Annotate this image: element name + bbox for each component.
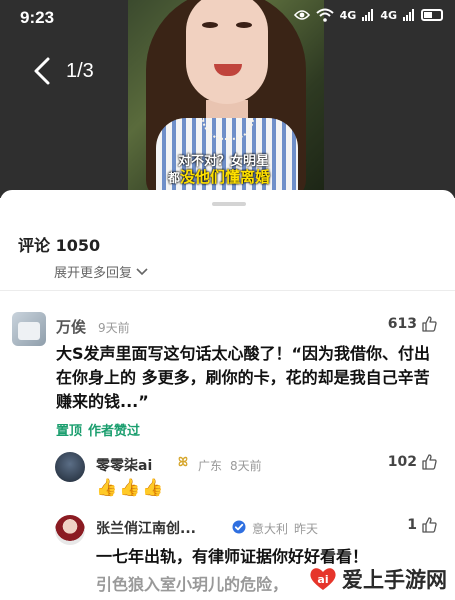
reply-location: 意大利 [252,522,289,536]
watermark: ai 爱上手游网 [308,564,447,594]
status-time: 9:23 [20,8,55,27]
right-eye [236,22,252,28]
person-face [186,0,268,104]
reply-location: 广东 [198,459,223,473]
expand-more-replies-button[interactable]: 展开更多回复 [54,262,148,281]
sheet-drag-handle[interactable] [212,202,246,206]
left-eye [202,22,218,28]
signal-bars-icon [362,9,374,21]
video-subtitle-main: 没他们懂离婚 [180,168,271,186]
back-button[interactable] [30,56,54,86]
thumbs-up-icon [422,316,437,332]
verified-icon [232,520,246,534]
like-count: 613 [387,316,417,332]
avatar[interactable] [55,452,85,482]
page-indicator: 1/3 [66,60,94,82]
reply-username[interactable]: 零零柒ai [96,455,152,475]
user-badge-icon: ꕤ [178,455,188,469]
signal-bars-icon-2 [403,9,414,21]
status-icons: 4G 4G [293,8,443,22]
comment-tags: 置顶 作者赞过 [56,420,140,439]
like-button[interactable]: 102 [388,454,437,470]
like-button[interactable]: 613 [388,316,437,332]
like-count: 102 [387,454,417,470]
thumbs-up-icon [422,517,437,533]
comments-count-title: 评论 1050 [18,236,101,255]
thumbs-up-icon [422,454,437,470]
faded-comment-text: 引色狼入室小玥儿的危险， [96,575,289,594]
battery-icon [421,9,443,21]
4g-signal-icon-2: 4G [380,8,397,22]
chevron-down-icon [136,267,148,275]
chevron-left-icon [34,57,50,85]
avatar[interactable] [55,515,85,545]
pinned-badge: 置顶 [56,424,83,439]
reply-time: 8天前 [230,459,262,473]
reply-text: 👍👍👍 [96,478,166,498]
author-liked-badge: 作者赞过 [88,424,141,439]
watermark-text: 爱上手游网 [342,568,447,592]
eye-icon [293,10,310,20]
avatar[interactable] [12,312,46,346]
like-count: 1 [407,517,417,533]
watermark-logo-icon: ai [310,568,336,590]
like-button[interactable]: 1 [407,517,437,533]
video-subtitle-prefix: 都 [168,171,181,185]
wifi-icon [315,8,334,22]
video-subtitle-line-2: 都没他们懂离婚 [168,166,270,187]
mouth [214,64,242,76]
divider [0,290,455,291]
reply-username[interactable]: 张兰俏江南创... [96,518,196,538]
comment-username[interactable]: 万俟 [56,316,86,337]
4g-signal-icon: 4G [339,8,357,22]
video-viewer[interactable]: 对不对？女明星 都没他们懂离婚 9:23 4G 4G 1/3 [0,0,455,198]
comment-time: 9天前 [98,321,130,335]
expand-more-label: 展开更多回复 [54,266,133,281]
comments-sheet: 评论 1050 展开更多回复 万俟 9天前 613 大S发声里面写这句话太心酸了… [0,190,455,600]
comment-text: 大S发声里面写这句话太心酸了！“因为我借你、付出在你身上的 多更多，刷你的卡，花… [56,344,431,411]
reply-time: 昨天 [294,522,319,536]
svg-text:ai: ai [317,573,328,586]
